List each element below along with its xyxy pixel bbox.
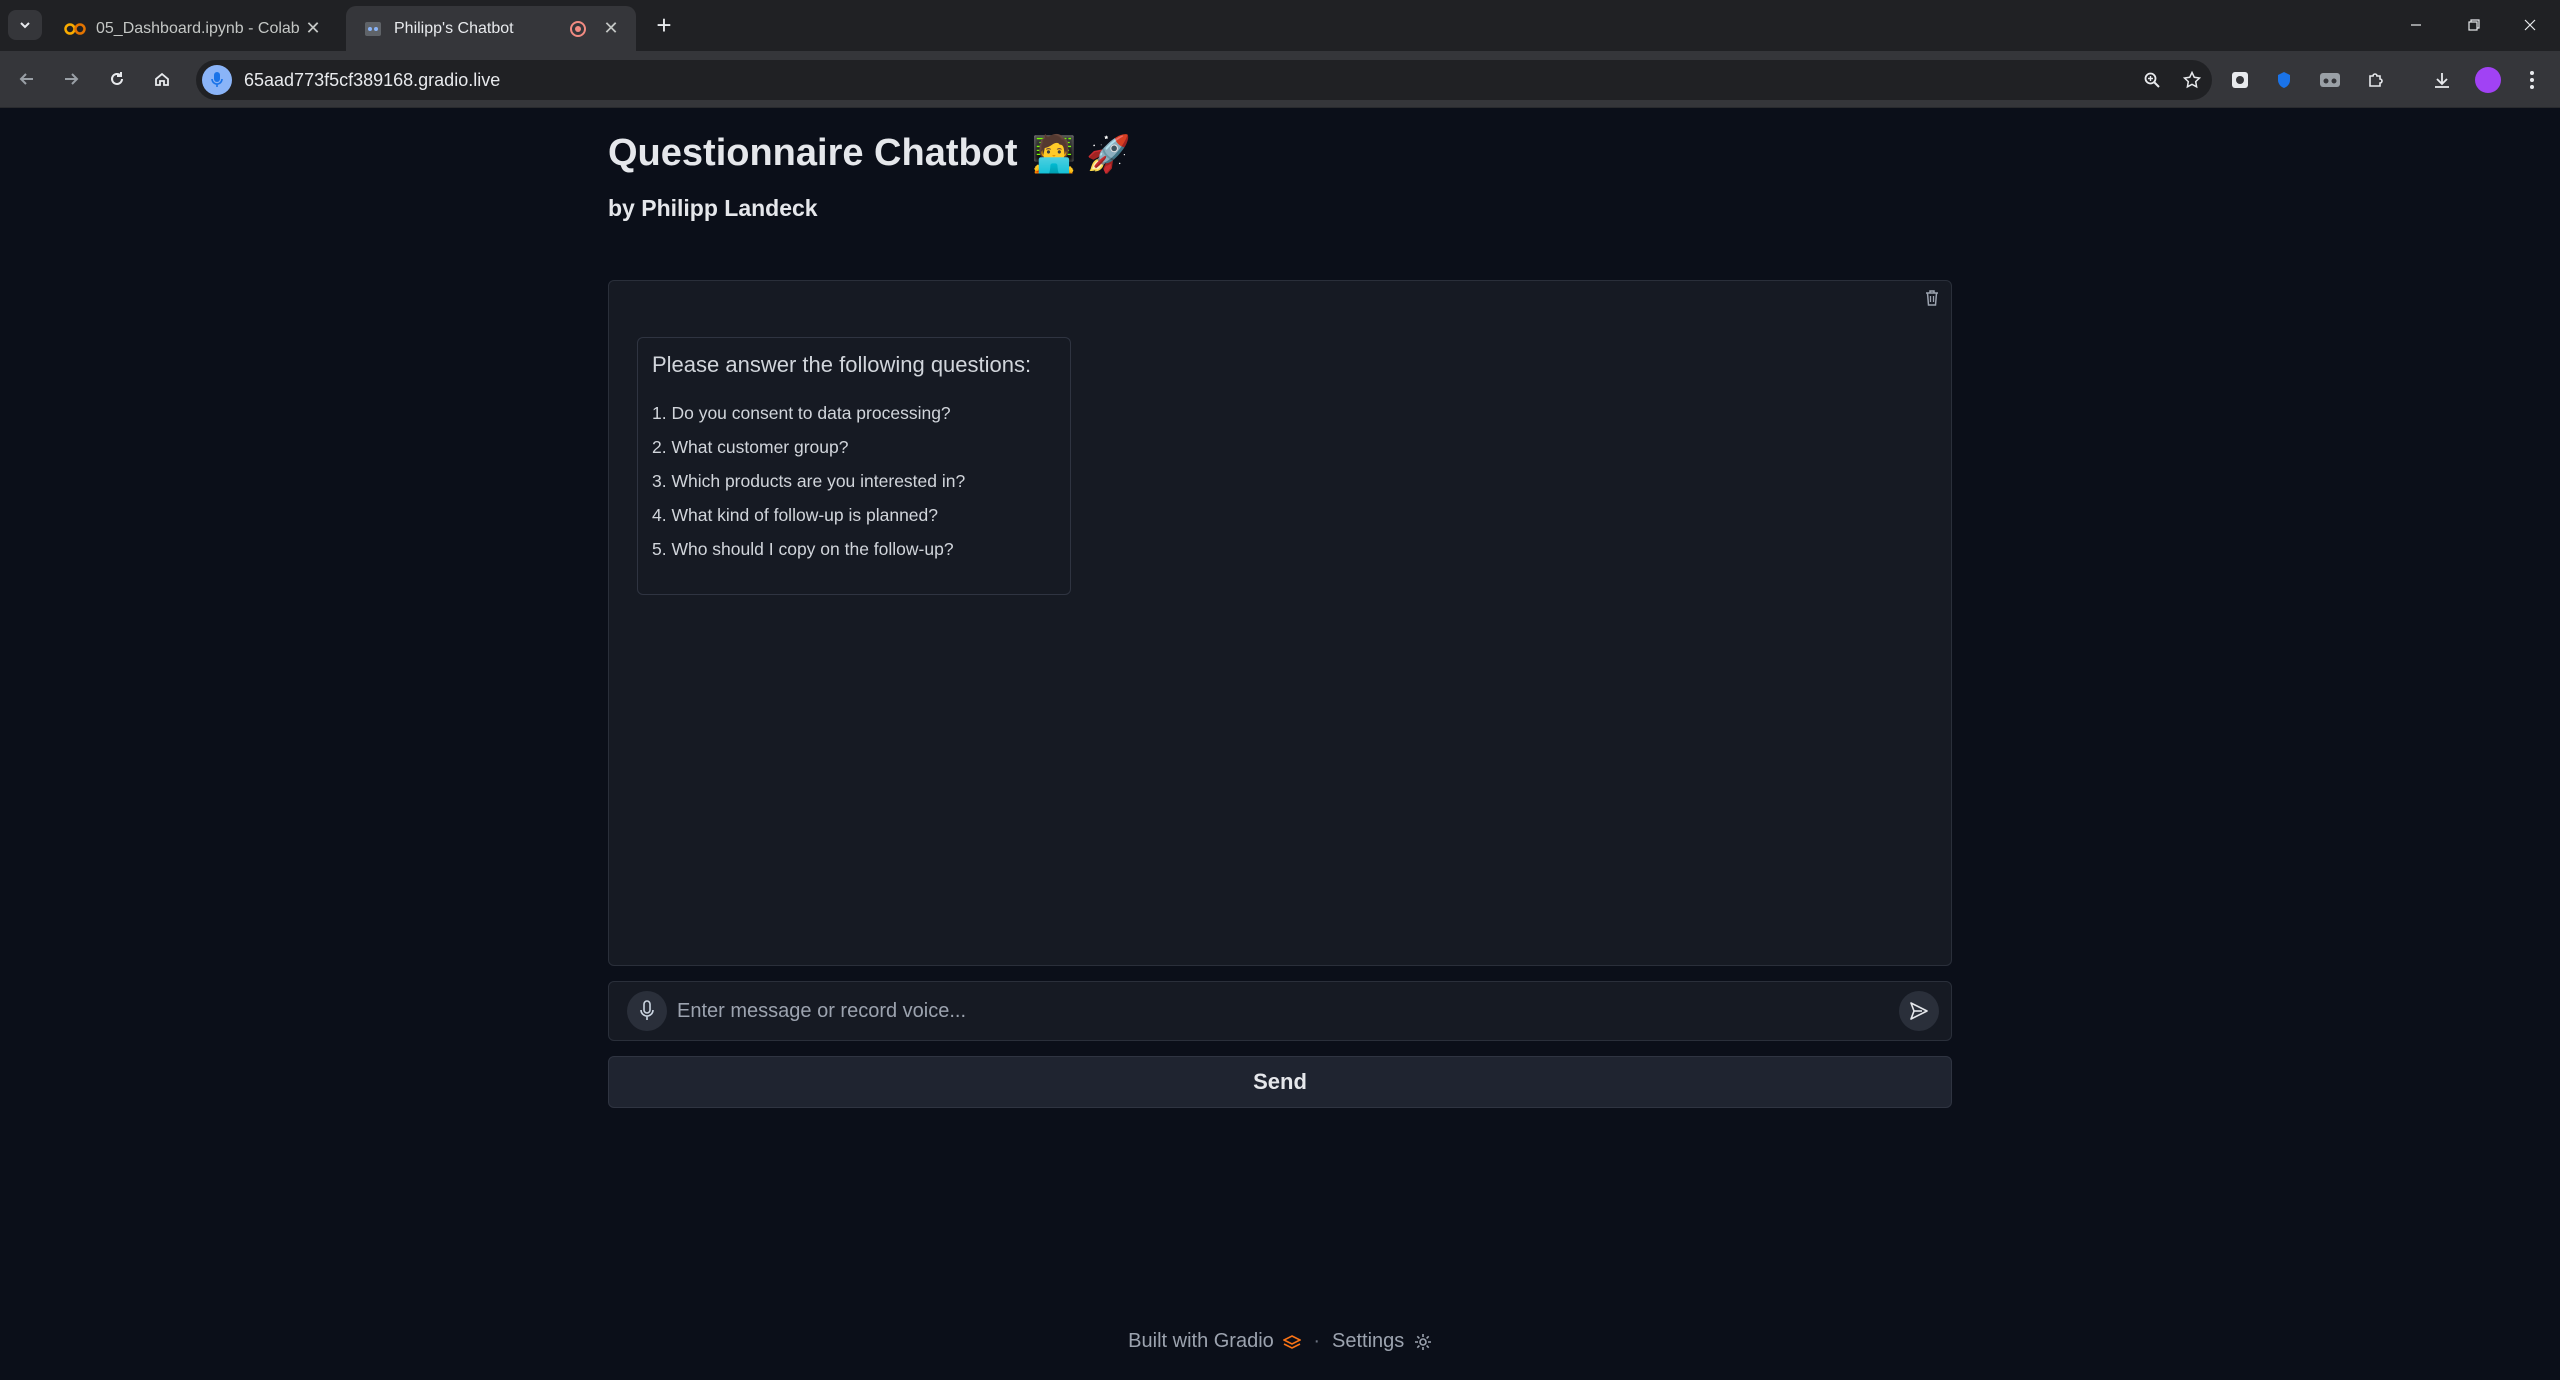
forward-button[interactable] xyxy=(56,64,86,94)
close-icon xyxy=(2524,19,2536,31)
extension-icon[interactable] xyxy=(2224,64,2256,96)
submit-message-button[interactable] xyxy=(1899,991,1939,1031)
tab-title: 05_Dashboard.ipynb - Colab xyxy=(96,19,300,37)
window-close-button[interactable] xyxy=(2510,8,2550,42)
home-icon xyxy=(155,72,169,86)
microphone-icon xyxy=(640,1000,654,1020)
url-text: 65aad773f5cf389168.gradio.live xyxy=(244,69,501,90)
page-subtitle: by Philipp Landeck xyxy=(608,195,818,221)
restore-icon xyxy=(2468,19,2480,31)
tab-chatbot[interactable]: Philipp's Chatbot ✕ xyxy=(346,6,636,51)
settings-link[interactable]: Settings xyxy=(1332,1330,1432,1353)
tab-search-button[interactable] xyxy=(8,10,42,40)
question-item: 5. Who should I copy on the follow-up? xyxy=(652,539,954,559)
reload-button[interactable] xyxy=(102,64,132,94)
page-title: Questionnaire Chatbot 🧑‍💻 🚀 xyxy=(608,132,1131,175)
close-icon[interactable]: ✕ xyxy=(600,18,622,40)
message-input-row xyxy=(608,981,1952,1041)
record-voice-button[interactable] xyxy=(627,991,667,1031)
browser-tab-bar: 05_Dashboard.ipynb - Colab ✕ Philipp's C… xyxy=(0,0,2560,51)
built-with-text: Built with Gradio xyxy=(1128,1330,1274,1352)
address-bar[interactable]: 65aad773f5cf389168.gradio.live xyxy=(196,60,2212,100)
gradio-icon xyxy=(362,18,384,40)
tab-title: Philipp's Chatbot xyxy=(394,19,514,37)
chatbot-panel: Please answer the following questions: 1… xyxy=(608,280,1952,966)
incognito-extension-icon[interactable] xyxy=(2314,64,2346,96)
zoom-icon[interactable] xyxy=(2132,60,2172,100)
message-input[interactable] xyxy=(677,991,1899,1031)
reload-icon xyxy=(111,72,123,85)
settings-text: Settings xyxy=(1332,1330,1405,1352)
back-button[interactable] xyxy=(12,64,42,94)
shield-extension-icon[interactable] xyxy=(2268,64,2300,96)
page-title-text: Questionnaire Chatbot xyxy=(608,132,1018,174)
clear-chat-button[interactable] xyxy=(1919,285,1945,311)
chevron-down-icon xyxy=(20,22,30,29)
gradio-logo-icon xyxy=(1282,1334,1303,1349)
browser-toolbar: 65aad773f5cf389168.gradio.live xyxy=(0,51,2560,108)
arrow-right-icon xyxy=(65,73,79,85)
built-with-gradio-link[interactable]: Built with Gradio xyxy=(1128,1330,1303,1353)
app-header: Questionnaire Chatbot 🧑‍💻 🚀 by Philipp L… xyxy=(608,132,1131,222)
gear-icon xyxy=(1414,1333,1431,1350)
bot-message: Please answer the following questions: 1… xyxy=(637,337,1071,595)
colab-icon xyxy=(64,18,86,40)
message-intro: Please answer the following questions: xyxy=(652,352,1032,377)
download-icon[interactable] xyxy=(2426,64,2458,96)
minimize-icon xyxy=(2411,24,2421,26)
new-tab-button[interactable]: + xyxy=(650,12,678,40)
question-item: 2. What customer group? xyxy=(652,437,849,457)
footer-separator: · xyxy=(1313,1330,1321,1352)
puzzle-icon[interactable] xyxy=(2360,64,2392,96)
send-icon xyxy=(1910,1002,1928,1020)
title-emojis: 🧑‍💻 🚀 xyxy=(1031,132,1132,174)
trash-icon xyxy=(1926,290,1938,306)
restore-button[interactable] xyxy=(2454,8,2494,42)
gradio-page: Questionnaire Chatbot 🧑‍💻 🚀 by Philipp L… xyxy=(0,108,2560,1380)
question-item: 4. What kind of follow-up is planned? xyxy=(652,505,938,525)
minimize-button[interactable] xyxy=(2396,8,2436,42)
home-button[interactable] xyxy=(147,64,177,94)
send-button[interactable]: Send xyxy=(608,1056,1952,1108)
arrow-left-icon xyxy=(19,73,33,85)
microphone-site-icon[interactable] xyxy=(202,65,232,95)
question-item: 1. Do you consent to data processing? xyxy=(652,403,951,423)
bookmark-star-icon[interactable] xyxy=(2172,60,2212,100)
question-item: 3. Which products are you interested in? xyxy=(652,471,966,491)
close-icon[interactable]: ✕ xyxy=(302,18,324,40)
tab-colab[interactable]: 05_Dashboard.ipynb - Colab ✕ xyxy=(48,6,338,51)
more-menu-icon[interactable] xyxy=(2516,64,2548,96)
profile-avatar[interactable] xyxy=(2472,64,2504,96)
recording-icon xyxy=(570,20,586,37)
footer: Built with Gradio · Settings xyxy=(0,1330,2560,1353)
